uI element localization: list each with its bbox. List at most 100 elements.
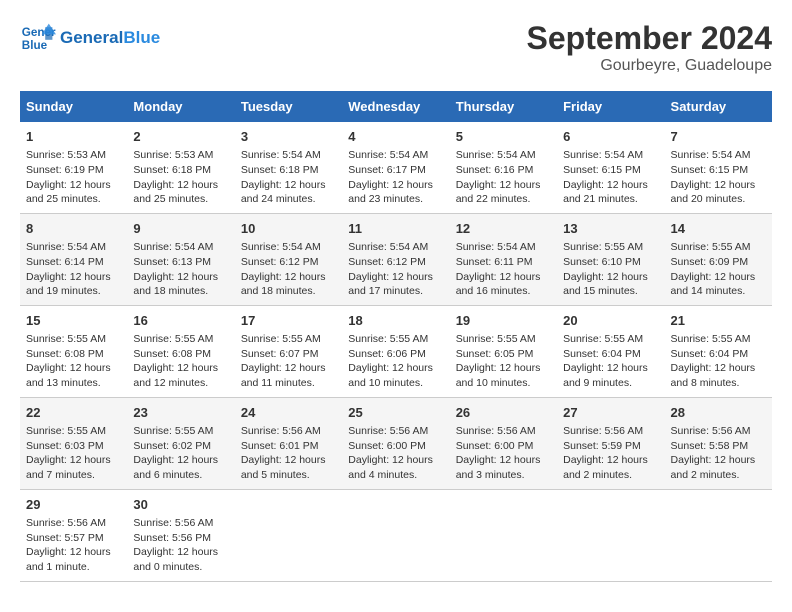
day-number: 24 (241, 404, 336, 422)
logo-icon: General Blue (20, 20, 56, 56)
page-header: General Blue GeneralBlue September 2024 … (20, 20, 772, 75)
day-cell: 21 Sunrise: 5:55 AM Sunset: 6:04 PM Dayli… (665, 305, 772, 397)
logo-blue: Blue (123, 28, 160, 47)
location: Gourbeyre, Guadeloupe (527, 57, 772, 75)
day-cell (235, 489, 342, 581)
day-cell: 11 Sunrise: 5:54 AM Sunset: 6:12 PM Dayli… (342, 213, 449, 305)
day-cell: 18 Sunrise: 5:55 AM Sunset: 6:06 PM Dayli… (342, 305, 449, 397)
day-number: 10 (241, 220, 336, 238)
day-cell (342, 489, 449, 581)
day-info: Sunrise: 5:54 AM Sunset: 6:14 PM Dayligh… (26, 240, 121, 299)
day-number: 19 (456, 312, 551, 330)
day-info: Sunrise: 5:55 AM Sunset: 6:05 PM Dayligh… (456, 332, 551, 391)
day-cell (450, 489, 557, 581)
day-info: Sunrise: 5:55 AM Sunset: 6:08 PM Dayligh… (133, 332, 228, 391)
day-cell (665, 489, 772, 581)
day-cell: 29Sunrise: 5:56 AM Sunset: 5:57 PM Dayli… (20, 489, 127, 581)
day-info: Sunrise: 5:54 AM Sunset: 6:17 PM Dayligh… (348, 148, 443, 207)
header-row: SundayMondayTuesdayWednesdayThursdayFrid… (20, 91, 772, 122)
day-number: 21 (671, 312, 766, 330)
day-info: Sunrise: 5:55 AM Sunset: 6:08 PM Dayligh… (26, 332, 121, 391)
day-cell: 5 Sunrise: 5:54 AM Sunset: 6:16 PM Daylig… (450, 122, 557, 213)
week-row-3: 15 Sunrise: 5:55 AM Sunset: 6:08 PM Dayli… (20, 305, 772, 397)
day-number: 8 (26, 220, 121, 238)
day-cell: 23Sunrise: 5:55 AM Sunset: 6:02 PM Dayli… (127, 397, 234, 489)
day-info: Sunrise: 5:54 AM Sunset: 6:12 PM Dayligh… (348, 240, 443, 299)
header-cell-saturday: Saturday (665, 91, 772, 122)
day-info: Sunrise: 5:55 AM Sunset: 6:10 PM Dayligh… (563, 240, 658, 299)
day-info: Sunrise: 5:55 AM Sunset: 6:06 PM Dayligh… (348, 332, 443, 391)
header-cell-thursday: Thursday (450, 91, 557, 122)
day-number: 5 (456, 128, 551, 146)
day-number: 22 (26, 404, 121, 422)
day-number: 1 (26, 128, 121, 146)
day-cell: 7 Sunrise: 5:54 AM Sunset: 6:15 PM Daylig… (665, 122, 772, 213)
logo-general: General (60, 28, 123, 47)
day-info: Sunrise: 5:55 AM Sunset: 6:04 PM Dayligh… (563, 332, 658, 391)
day-cell: 10 Sunrise: 5:54 AM Sunset: 6:12 PM Dayli… (235, 213, 342, 305)
header-cell-sunday: Sunday (20, 91, 127, 122)
day-cell: 19 Sunrise: 5:55 AM Sunset: 6:05 PM Dayli… (450, 305, 557, 397)
day-cell: 3 Sunrise: 5:54 AM Sunset: 6:18 PM Daylig… (235, 122, 342, 213)
day-info: Sunrise: 5:55 AM Sunset: 6:07 PM Dayligh… (241, 332, 336, 391)
day-cell: 14Sunrise: 5:55 AM Sunset: 6:09 PM Dayli… (665, 213, 772, 305)
day-info: Sunrise: 5:54 AM Sunset: 6:18 PM Dayligh… (241, 148, 336, 207)
day-info: Sunrise: 5:56 AM Sunset: 5:58 PM Dayligh… (671, 424, 766, 483)
day-cell: 9 Sunrise: 5:54 AM Sunset: 6:13 PM Daylig… (127, 213, 234, 305)
day-number: 13 (563, 220, 658, 238)
day-cell: 16Sunrise: 5:55 AM Sunset: 6:08 PM Dayli… (127, 305, 234, 397)
day-cell: 27 Sunrise: 5:56 AM Sunset: 5:59 PM Dayli… (557, 397, 664, 489)
day-info: Sunrise: 5:55 AM Sunset: 6:03 PM Dayligh… (26, 424, 121, 483)
day-cell: 8 Sunrise: 5:54 AM Sunset: 6:14 PM Daylig… (20, 213, 127, 305)
day-info: Sunrise: 5:54 AM Sunset: 6:13 PM Dayligh… (133, 240, 228, 299)
day-info: Sunrise: 5:54 AM Sunset: 6:15 PM Dayligh… (671, 148, 766, 207)
calendar-body: 1 Sunrise: 5:53 AM Sunset: 6:19 PM Daylig… (20, 122, 772, 581)
week-row-5: 29Sunrise: 5:56 AM Sunset: 5:57 PM Dayli… (20, 489, 772, 581)
day-number: 18 (348, 312, 443, 330)
day-info: Sunrise: 5:53 AM Sunset: 6:19 PM Dayligh… (26, 148, 121, 207)
day-number: 26 (456, 404, 551, 422)
day-number: 9 (133, 220, 228, 238)
day-number: 27 (563, 404, 658, 422)
day-cell: 15 Sunrise: 5:55 AM Sunset: 6:08 PM Dayli… (20, 305, 127, 397)
day-cell: 4Sunrise: 5:54 AM Sunset: 6:17 PM Daylig… (342, 122, 449, 213)
day-cell: 1 Sunrise: 5:53 AM Sunset: 6:19 PM Daylig… (20, 122, 127, 213)
day-cell: 24 Sunrise: 5:56 AM Sunset: 6:01 PM Dayli… (235, 397, 342, 489)
day-info: Sunrise: 5:56 AM Sunset: 5:59 PM Dayligh… (563, 424, 658, 483)
day-info: Sunrise: 5:55 AM Sunset: 6:04 PM Dayligh… (671, 332, 766, 391)
day-number: 23 (133, 404, 228, 422)
day-cell: 20 Sunrise: 5:55 AM Sunset: 6:04 PM Dayli… (557, 305, 664, 397)
week-row-4: 22 Sunrise: 5:55 AM Sunset: 6:03 PM Dayli… (20, 397, 772, 489)
day-info: Sunrise: 5:56 AM Sunset: 6:01 PM Dayligh… (241, 424, 336, 483)
header-cell-wednesday: Wednesday (342, 91, 449, 122)
day-number: 2 (133, 128, 228, 146)
day-cell: 12Sunrise: 5:54 AM Sunset: 6:11 PM Dayli… (450, 213, 557, 305)
day-number: 7 (671, 128, 766, 146)
week-row-1: 1 Sunrise: 5:53 AM Sunset: 6:19 PM Daylig… (20, 122, 772, 213)
header-cell-tuesday: Tuesday (235, 91, 342, 122)
day-number: 3 (241, 128, 336, 146)
day-info: Sunrise: 5:54 AM Sunset: 6:12 PM Dayligh… (241, 240, 336, 299)
day-number: 11 (348, 220, 443, 238)
day-number: 28 (671, 404, 766, 422)
month-title: September 2024 (527, 20, 772, 57)
day-info: Sunrise: 5:54 AM Sunset: 6:11 PM Dayligh… (456, 240, 551, 299)
day-number: 15 (26, 312, 121, 330)
day-cell (557, 489, 664, 581)
day-cell: 28 Sunrise: 5:56 AM Sunset: 5:58 PM Dayli… (665, 397, 772, 489)
header-cell-monday: Monday (127, 91, 234, 122)
calendar-header: SundayMondayTuesdayWednesdayThursdayFrid… (20, 91, 772, 122)
day-info: Sunrise: 5:54 AM Sunset: 6:16 PM Dayligh… (456, 148, 551, 207)
day-cell: 17Sunrise: 5:55 AM Sunset: 6:07 PM Dayli… (235, 305, 342, 397)
day-info: Sunrise: 5:54 AM Sunset: 6:15 PM Dayligh… (563, 148, 658, 207)
day-number: 20 (563, 312, 658, 330)
day-cell: 25Sunrise: 5:56 AM Sunset: 6:00 PM Dayli… (342, 397, 449, 489)
header-cell-friday: Friday (557, 91, 664, 122)
day-info: Sunrise: 5:56 AM Sunset: 6:00 PM Dayligh… (348, 424, 443, 483)
day-info: Sunrise: 5:53 AM Sunset: 6:18 PM Dayligh… (133, 148, 228, 207)
day-number: 6 (563, 128, 658, 146)
day-info: Sunrise: 5:56 AM Sunset: 6:00 PM Dayligh… (456, 424, 551, 483)
svg-text:Blue: Blue (22, 39, 48, 52)
week-row-2: 8 Sunrise: 5:54 AM Sunset: 6:14 PM Daylig… (20, 213, 772, 305)
day-cell: 30Sunrise: 5:56 AM Sunset: 5:56 PM Dayli… (127, 489, 234, 581)
